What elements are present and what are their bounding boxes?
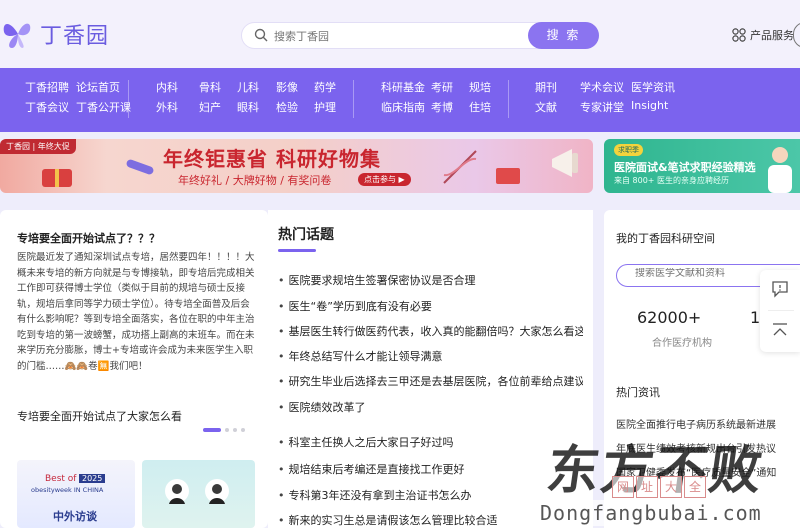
nav-link[interactable]: 专家讲堂 (580, 99, 624, 115)
research-space-card: 我的丁香园科研空间 62000+ 合作医疗机构 1 热门资讯 医院全面推行电子病… (604, 210, 800, 528)
nav-link[interactable]: 住培 (469, 99, 491, 115)
site-logo[interactable]: 丁香园 (0, 16, 109, 52)
research-title: 我的丁香园科研空间 (616, 232, 715, 245)
carousel-dots[interactable] (203, 428, 245, 432)
news-item[interactable]: 研究生毕业后选择去三甲还是去基层医院，各位前辈给点建议吧 20 ... (278, 373, 584, 389)
banner-side-tag: 求职季 (614, 144, 643, 156)
search-icon (254, 28, 268, 42)
back-to-top-icon[interactable] (771, 321, 789, 339)
section-title: 热门话题 (278, 227, 334, 243)
news-item[interactable]: 科室主任换人之后大家日子好过吗 (278, 434, 583, 450)
nav-link[interactable]: 眼科 (237, 99, 259, 115)
feedback-icon[interactable] (771, 280, 789, 298)
thumb-brand: Best of (45, 474, 77, 484)
title-underline (278, 249, 316, 252)
nav-link[interactable]: 临床指南 (381, 99, 425, 115)
top-header: 丁香园 搜 索 产品服务 (0, 0, 800, 68)
video-thumbnail-experts[interactable] (142, 460, 255, 528)
nav-link[interactable]: 骨科 (199, 79, 221, 95)
expert-portrait-icon (205, 479, 229, 504)
butterfly-logo-icon (3, 23, 31, 48)
news-item[interactable]: 基层医生转行做医药代表，收入真的能翻倍吗？大家怎么看这件事 (278, 323, 584, 339)
search-input[interactable] (274, 27, 514, 45)
nav-divider (128, 80, 129, 118)
carousel-dot-active[interactable] (203, 428, 221, 432)
nav-link[interactable]: 学术会议 (580, 79, 624, 95)
toolbar-divider (768, 310, 794, 311)
nav-link[interactable]: 期刊 (535, 79, 557, 95)
banner-headline: 年终钜惠省 科研好物集 (163, 147, 381, 171)
nav-divider (508, 80, 509, 118)
stat-value: 62000+ (637, 308, 702, 327)
nav-link[interactable]: 妇产 (199, 99, 221, 115)
post-title[interactable]: 专培要全面开始试点了？？？ (17, 230, 160, 246)
thumb-year: 2025 (79, 474, 106, 483)
nav-link[interactable]: 儿科 (237, 79, 259, 95)
side-news-item[interactable]: 年底医生绩效考核新规出台引发热议 (616, 440, 776, 455)
nav-link[interactable]: 护理 (314, 99, 336, 115)
news-item[interactable]: 规培结束后考编还是直接找工作更好 (278, 461, 583, 477)
post-footer-link[interactable]: 专培要全面开始试点了大家怎么看 (17, 408, 182, 424)
grid-apps-icon (732, 28, 746, 42)
news-item[interactable]: 年终总结写什么才能让领导满意 (278, 348, 583, 364)
nav-link[interactable]: 论坛首页 (76, 79, 120, 95)
nav-link[interactable]: 考博 (431, 99, 453, 115)
news-item[interactable]: 新来的实习生总是请假该怎么管理比较合适 (278, 512, 583, 528)
search-button[interactable]: 搜 索 (528, 22, 599, 49)
side-news-item[interactable]: 国家卫健委发布“医疗质量安全”通知 (616, 464, 776, 479)
carousel-dot[interactable] (225, 428, 229, 432)
envelope-icon (496, 168, 520, 184)
nav-link[interactable]: 医学资讯 (631, 79, 675, 95)
nav-divider (353, 80, 354, 118)
logo-text: 丁香园 (40, 24, 110, 49)
banner-tag: 丁香园 | 年终大促 (0, 139, 76, 154)
apps-label: 产品服务 (750, 29, 794, 42)
thumb-subtitle: obesityweek IN CHINA (31, 486, 104, 494)
nav-link[interactable]: 丁香会议 (25, 99, 69, 115)
nav-link[interactable]: 内科 (156, 79, 178, 95)
section-subtitle: 热门资讯 (616, 386, 660, 399)
nav-link[interactable]: 丁香招聘 (25, 79, 69, 95)
promo-banner-side[interactable]: 求职季 医院面试&笔试求职经验精选 来自 800+ 医生的亲身应聘经历 (604, 139, 800, 193)
hot-topics-card: 热门话题 医院要求规培生签署保密协议是否合理 医生“卷”学历到底有没有必要 基层… (268, 210, 593, 528)
news-item[interactable]: 专科第3年还没有拿到主治证书怎么办 (278, 487, 583, 503)
nav-link[interactable]: Insight (631, 99, 668, 112)
banner-side-subline: 来自 800+ 医生的亲身应聘经历 (614, 176, 730, 185)
nav-link[interactable]: 检验 (276, 99, 298, 115)
news-item[interactable]: 医院绩效改革了 (278, 399, 583, 415)
banner-cta-button[interactable]: 点击参与 ▶ (358, 173, 411, 186)
floating-toolbar (760, 270, 800, 352)
nav-link[interactable]: 考研 (431, 79, 453, 95)
expert-portrait-icon (165, 479, 189, 504)
carousel-dot[interactable] (233, 428, 237, 432)
stat-value-secondary: 1 (750, 308, 761, 327)
megaphone-icon (552, 149, 578, 177)
carousel-dot[interactable] (241, 428, 245, 432)
thumb-title: 中外访谈 (53, 510, 97, 523)
gift-box-icon (42, 169, 72, 187)
nav-link[interactable]: 外科 (156, 99, 178, 115)
category-nav: 丁香招聘 丁香会议 论坛首页 丁香公开课 内科 外科 骨科 妇产 儿科 眼科 影… (0, 68, 800, 132)
banner-side-headline: 医院面试&笔试求职经验精选 (614, 161, 756, 174)
post-excerpt: 医院最近发了通知深圳试点专培，居然要四年！！！！大概未来专培的新方向就是与专博接… (17, 252, 255, 372)
video-thumbnail-interview[interactable]: Best of 2025 obesityweek IN CHINA 中外访谈 (17, 460, 135, 528)
side-news-item[interactable]: 医院全面推行电子病历系统最新进展 (616, 416, 776, 431)
nav-link[interactable]: 药学 (314, 79, 336, 95)
nav-link[interactable]: 文献 (535, 99, 557, 115)
banner-subline: 年终好礼 / 大牌好物 / 有奖问卷 (178, 174, 332, 187)
news-item[interactable]: 医生“卷”学历到底有没有必要 (278, 298, 583, 314)
nav-link[interactable]: 丁香公开课 (76, 99, 131, 115)
stat-label: 合作医疗机构 (652, 338, 712, 349)
nav-link[interactable]: 科研基金 (381, 79, 425, 95)
doctor-illustration-icon (768, 147, 792, 193)
news-item[interactable]: 医院要求规培生签署保密协议是否合理 (278, 272, 583, 288)
featured-post-card[interactable]: 专培要全面开始试点了？？？ 医院最近发了通知深圳试点专培，居然要四年！！！！大概… (0, 210, 268, 528)
nav-link[interactable]: 规培 (469, 79, 491, 95)
promo-banner-main[interactable]: 丁香园 | 年终大促 年终钜惠省 科研好物集 年终好礼 / 大牌好物 / 有奖问… (0, 139, 593, 193)
nav-link[interactable]: 影像 (276, 79, 298, 95)
dna-icon (443, 150, 477, 184)
apps-menu[interactable]: 产品服务 (732, 27, 794, 43)
test-tube-icon (126, 159, 154, 175)
user-avatar-button[interactable] (793, 22, 800, 48)
